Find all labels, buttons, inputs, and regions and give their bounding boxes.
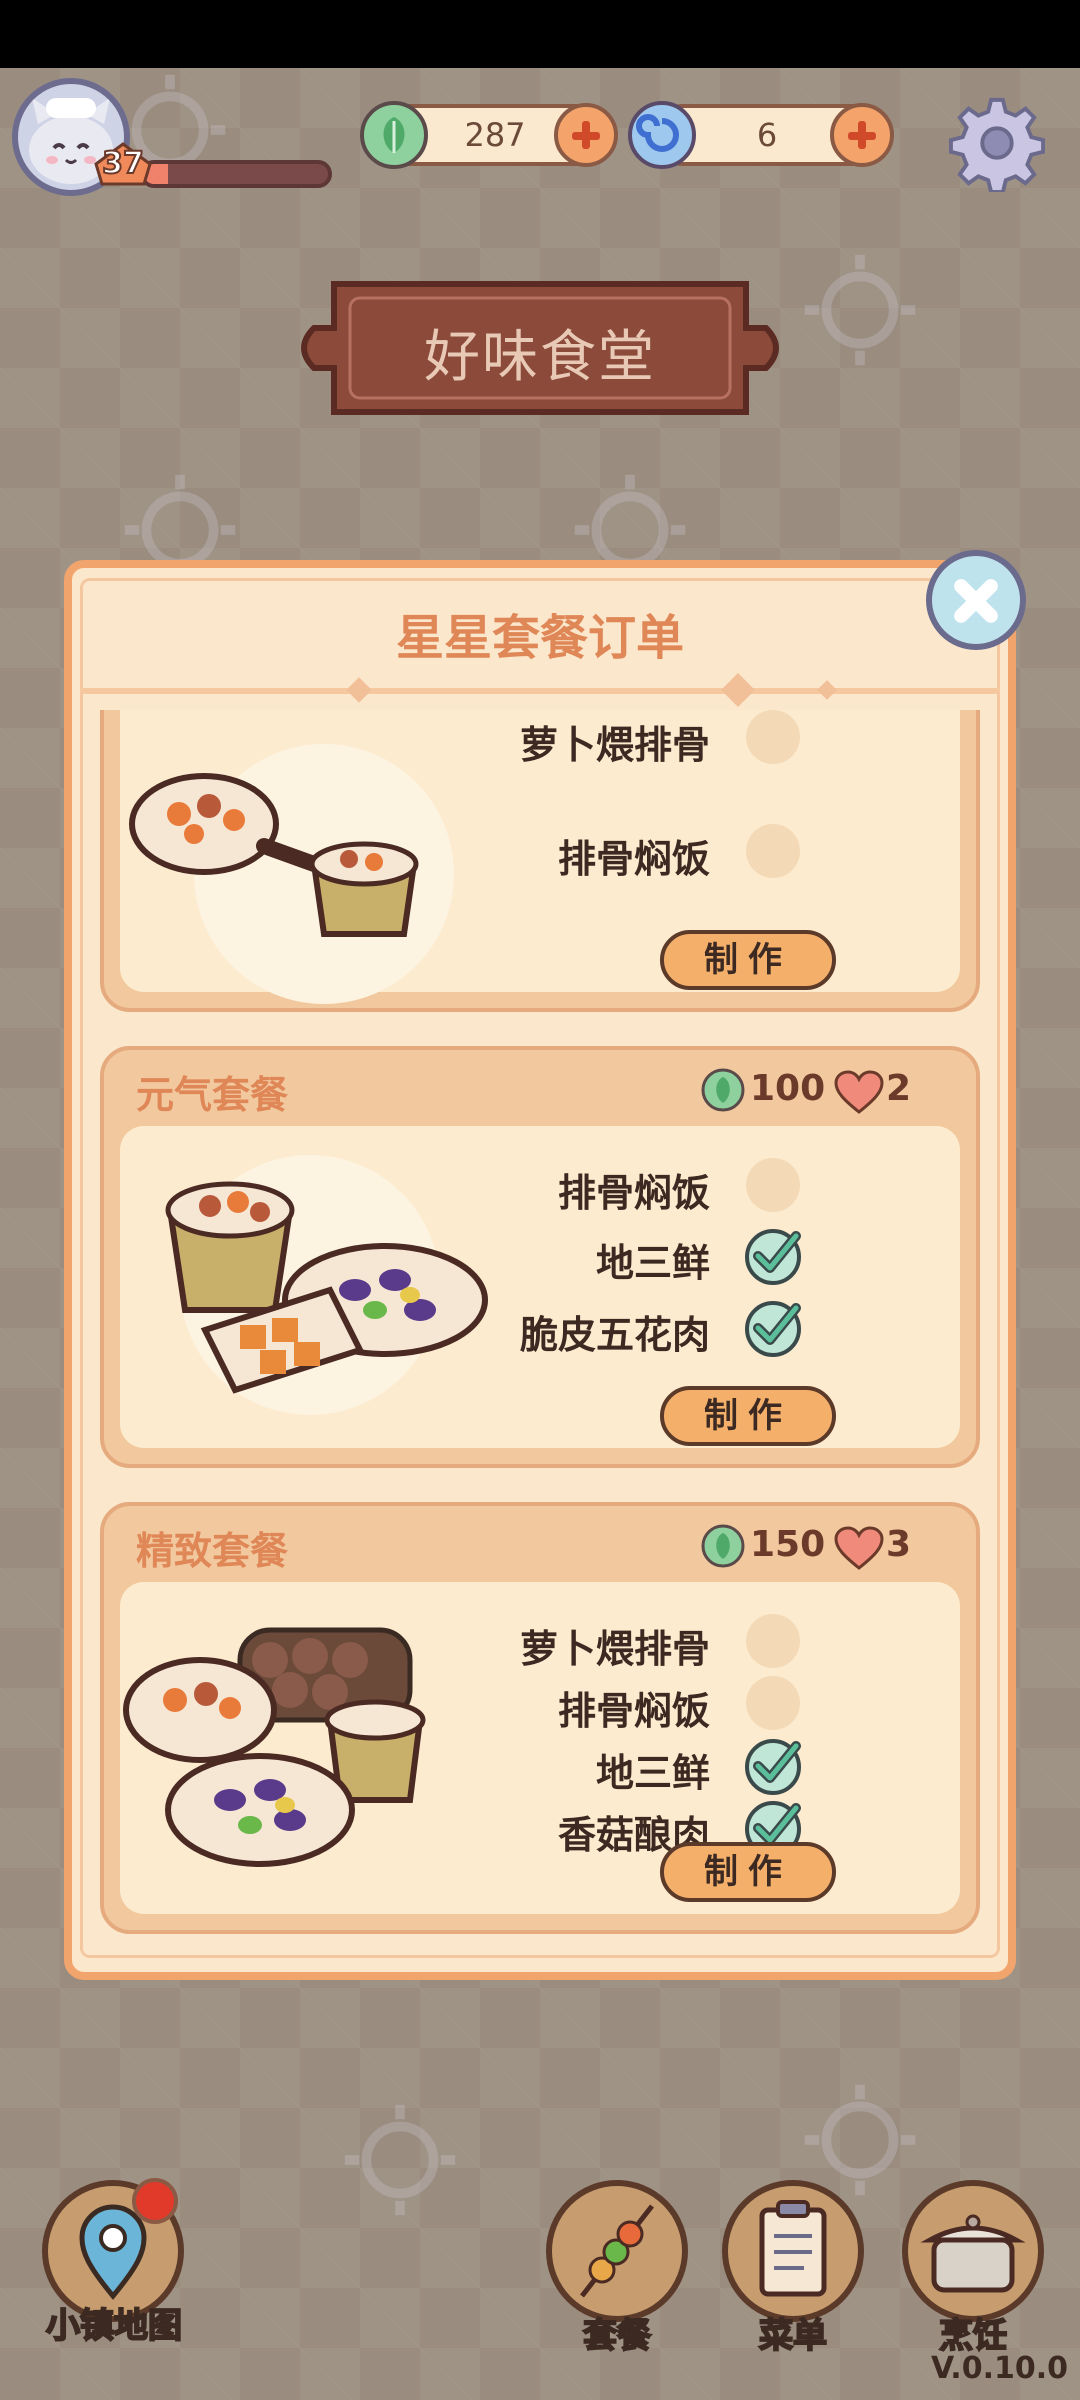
add-leaf-currency-button[interactable]: [554, 103, 618, 167]
dish-row: 排骨焖饭: [380, 824, 840, 881]
dish-status-empty: [746, 1676, 800, 1730]
make-button[interactable]: 制作: [660, 930, 836, 990]
combo-nav-button[interactable]: [546, 2180, 688, 2322]
leaf-coin-icon: [360, 101, 428, 169]
dish-row: 排骨焖饭: [380, 1158, 840, 1215]
make-button[interactable]: 制作: [660, 1842, 836, 1902]
notification-dot: [132, 2178, 178, 2224]
dish-status-empty: [746, 1158, 800, 1212]
version-label: V.0.10.0: [930, 2351, 1068, 2386]
combo-nav-label: 套餐: [582, 2315, 652, 2357]
sun-decoration-icon: [804, 254, 916, 366]
combo-name: 元气套餐: [136, 1073, 289, 1117]
player-level: 37: [101, 145, 145, 182]
order-list[interactable]: 萝卜煨排骨 排骨焖饭 制作 元气套餐 100 2 排骨焖饭 地三鲜 脆皮五花肉 …: [80, 710, 1000, 1940]
dish-name: 萝卜煨排骨: [519, 723, 710, 767]
dish-status-empty: [746, 824, 800, 878]
sun-decoration-icon: [804, 2084, 916, 2196]
dish-status-empty: [746, 710, 800, 764]
dish-name: 地三鲜: [595, 1751, 710, 1795]
leaf-coin-icon: [701, 1068, 745, 1112]
dish-name: 排骨焖饭: [557, 1171, 710, 1215]
menu-nav-button[interactable]: [722, 2180, 864, 2322]
combo-name: 精致套餐: [136, 1529, 289, 1573]
cook-nav-label: 烹饪: [938, 2315, 1008, 2357]
xp-progress-bar: [140, 160, 332, 188]
settings-gear-icon[interactable]: [948, 94, 1046, 192]
menu-nav-label: 菜单: [758, 2315, 828, 2357]
swirl-gem-icon: [628, 101, 696, 169]
title-divider: [80, 688, 1000, 694]
dish-status-empty: [746, 1614, 800, 1668]
dish-name: 排骨焖饭: [557, 1689, 710, 1733]
reward-leaf-amount: 100: [750, 1068, 826, 1109]
dish-row: 脆皮五花肉: [380, 1300, 840, 1357]
dish-name: 排骨焖饭: [557, 837, 710, 881]
clipboard-icon: [759, 2200, 827, 2297]
heart-icon: [834, 1070, 884, 1114]
dish-row: 排骨焖饭: [380, 1676, 840, 1733]
dish-row: 地三鲜: [380, 1738, 840, 1795]
cooking-pot-icon: [920, 2214, 1026, 2293]
order-panel-title: 星星套餐订单: [395, 610, 684, 666]
make-button[interactable]: 制作: [660, 1386, 836, 1446]
restaurant-name: 好味食堂: [424, 325, 656, 390]
dish-row: 萝卜煨排骨: [380, 710, 840, 767]
reward-heart-amount: 3: [886, 1524, 912, 1565]
reward-heart-amount: 2: [886, 1068, 912, 1109]
leaf-coin-icon: [701, 1524, 745, 1568]
town-map-label: 小镇地图: [45, 2305, 183, 2347]
dish-name: 萝卜煨排骨: [519, 1627, 710, 1671]
dish-name: 脆皮五花肉: [519, 1313, 710, 1357]
sun-decoration-icon: [344, 2104, 456, 2216]
dish-row: 地三鲜: [380, 1228, 840, 1285]
check-icon: [745, 1301, 801, 1357]
check-icon: [745, 1739, 801, 1795]
dish-row: 萝卜煨排骨: [380, 1614, 840, 1671]
status-bar: [0, 0, 1080, 68]
cook-nav-button[interactable]: [902, 2180, 1044, 2322]
check-icon: [745, 1229, 801, 1285]
skewer-icon: [580, 2204, 654, 2298]
dish-name: 地三鲜: [595, 1241, 710, 1285]
close-button[interactable]: [926, 550, 1026, 650]
heart-icon: [834, 1526, 884, 1570]
add-swirl-currency-button[interactable]: [830, 103, 894, 167]
reward-leaf-amount: 150: [750, 1524, 826, 1565]
